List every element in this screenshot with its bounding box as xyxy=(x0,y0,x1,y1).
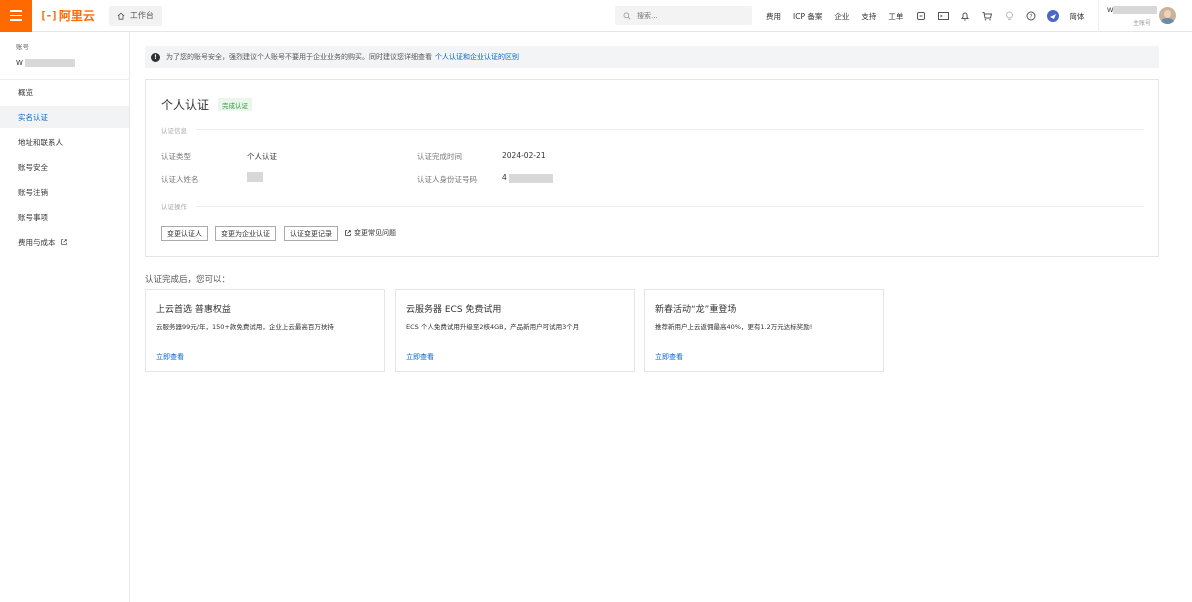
promo-card[interactable]: 上云首选 普惠权益 云服务器99元/年，150+款免费试用，企业上云最高百万扶持… xyxy=(145,289,385,372)
app-icon[interactable] xyxy=(915,10,927,22)
search-input[interactable] xyxy=(637,11,737,20)
after-cert-title: 认证完成后，您可以： xyxy=(145,275,231,285)
change-to-enterprise-button[interactable]: 变更为企业认证 xyxy=(215,226,276,241)
cart-icon[interactable] xyxy=(981,10,993,22)
change-certifier-button[interactable]: 变更认证人 xyxy=(161,226,208,241)
logo-mark: [-] xyxy=(40,9,58,22)
bell-icon[interactable] xyxy=(959,10,971,22)
sidebar-item-security[interactable]: 账号安全 xyxy=(0,156,129,178)
nav-link-billing[interactable]: 费用 xyxy=(766,11,781,22)
home-icon xyxy=(117,12,125,20)
sidebar-item-matters[interactable]: 账号事项 xyxy=(0,206,129,228)
sidebar-item-label: 账号注销 xyxy=(18,187,48,197)
language-switch[interactable]: 简体 xyxy=(1069,11,1084,22)
status-badge: 完成认证 xyxy=(218,98,252,111)
sidebar-item-cancel[interactable]: 账号注销 xyxy=(0,181,129,203)
info-section-label: 认证信息 xyxy=(161,127,187,135)
cert-name-label: 认证人姓名 xyxy=(161,175,199,184)
nav-link-ticket[interactable]: 工单 xyxy=(888,11,903,22)
cert-name-value xyxy=(247,172,263,182)
external-link-icon xyxy=(60,239,67,245)
help-icon[interactable]: ? xyxy=(1025,10,1037,22)
promo-title: 新春活动“龙”重登场 xyxy=(655,305,737,315)
promo-desc: ECS 个人免费试用升级至2核4GB，产品新用户可试用3个月 xyxy=(406,323,580,331)
avatar[interactable] xyxy=(1159,7,1176,24)
search-box[interactable] xyxy=(615,6,752,25)
aliyun-logo[interactable]: [-] 阿里云 xyxy=(40,7,95,24)
sidebar-divider xyxy=(0,79,130,80)
promo-card[interactable]: 云服务器 ECS 免费试用 ECS 个人免费试用升级至2核4GB，产品新用户可试… xyxy=(395,289,635,372)
promo-link[interactable]: 立即查看 xyxy=(655,352,683,362)
faq-link[interactable]: 变更常见问题 xyxy=(344,228,396,238)
cert-id-value: 4 xyxy=(502,173,553,183)
service-avatar-icon[interactable] xyxy=(1047,10,1060,22)
promo-title: 上云首选 普惠权益 xyxy=(156,305,231,315)
nav-link-support[interactable]: 支持 xyxy=(861,11,876,22)
top-navigation-bar: [-] 阿里云 工作台 费用 ICP 备案 企业 支持 工单 ? 简体 W 主账… xyxy=(0,0,1192,32)
account-role: 主账号 xyxy=(1133,20,1152,27)
notice-link[interactable]: 个人认证和企业认证的区别 xyxy=(435,52,519,62)
menu-icon[interactable] xyxy=(0,0,32,32)
sidebar-item-billing[interactable]: 费用与成本 xyxy=(0,231,129,253)
cert-time-value: 2024-02-21 xyxy=(502,151,546,160)
notice-text: 为了您的账号安全，强烈建议个人账号不要用于企业业务的购买。同时建议您详细查看 xyxy=(166,53,432,61)
promo-desc: 推荐新用户上云返佣最高40%，更有1.2万元达标奖励! xyxy=(655,323,813,331)
info-icon: ! xyxy=(151,52,160,62)
workbench-label: 工作台 xyxy=(129,11,154,20)
cert-time-label: 认证完成时间 xyxy=(417,152,462,161)
cert-type-label: 认证类型 xyxy=(161,152,191,161)
logo-text: 阿里云 xyxy=(58,9,95,23)
sidebar-item-label: 费用与成本 xyxy=(18,237,56,247)
ops-section-label: 认证操作 xyxy=(161,203,187,211)
promo-link[interactable]: 立即查看 xyxy=(406,352,434,362)
external-link-icon xyxy=(345,230,351,236)
svg-text:?: ? xyxy=(1030,13,1033,20)
lightbulb-icon[interactable] xyxy=(1003,10,1015,22)
sidebar-item-label: 实名认证 xyxy=(18,112,48,122)
search-icon xyxy=(623,12,631,19)
workbench-button[interactable]: 工作台 xyxy=(108,5,162,26)
promo-desc: 云服务器99元/年，150+款免费试用，企业上云最高百万扶持 xyxy=(156,323,334,331)
page-title: 个人认证 xyxy=(161,98,210,112)
promo-title: 云服务器 ECS 免费试用 xyxy=(406,305,502,315)
change-record-button[interactable]: 认证变更记录 xyxy=(284,226,338,241)
top-links: 费用 ICP 备案 企业 支持 工单 ? 简体 xyxy=(766,0,1094,32)
cert-id-label: 认证人身份证号码 xyxy=(417,175,477,184)
sidebar: 账号 W 概览 实名认证 地址和联系人 账号安全 账号注销 账号事项 费用与成本 xyxy=(0,32,130,602)
sidebar-item-label: 概览 xyxy=(18,87,33,97)
main-content: ! 为了您的账号安全，强烈建议个人账号不要用于企业业务的购买。同时建议您详细查看… xyxy=(145,46,1159,372)
nav-link-enterprise[interactable]: 企业 xyxy=(834,11,849,22)
cert-type-value: 个人认证 xyxy=(247,152,277,161)
account-label: 账号 xyxy=(16,43,29,51)
sidebar-item-label: 账号安全 xyxy=(18,162,48,172)
sidebar-item-real-name[interactable]: 实名认证 xyxy=(0,106,129,128)
account-name: W xyxy=(16,59,75,67)
promo-card[interactable]: 新春活动“龙”重登场 推荐新用户上云返佣最高40%，更有1.2万元达标奖励! 立… xyxy=(644,289,884,372)
promo-link[interactable]: 立即查看 xyxy=(156,352,184,362)
sidebar-item-address[interactable]: 地址和联系人 xyxy=(0,131,129,153)
section-divider xyxy=(196,206,1144,207)
faq-link-label: 变更常见问题 xyxy=(354,229,396,237)
terminal-icon[interactable] xyxy=(937,10,949,22)
username: W xyxy=(1107,6,1158,14)
account-menu[interactable]: W 主账号 xyxy=(1098,0,1192,32)
sidebar-item-label: 账号事项 xyxy=(18,212,48,222)
sidebar-item-label: 地址和联系人 xyxy=(18,137,63,147)
section-divider xyxy=(196,129,1144,130)
sidebar-item-overview[interactable]: 概览 xyxy=(0,81,129,103)
certification-card: 个人认证 完成认证 认证信息 认证类型 个人认证 认证完成时间 2024-02-… xyxy=(145,79,1159,257)
nav-link-icp[interactable]: ICP 备案 xyxy=(793,11,822,22)
notice-banner: ! 为了您的账号安全，强烈建议个人账号不要用于企业业务的购买。同时建议您详细查看… xyxy=(145,46,1159,68)
